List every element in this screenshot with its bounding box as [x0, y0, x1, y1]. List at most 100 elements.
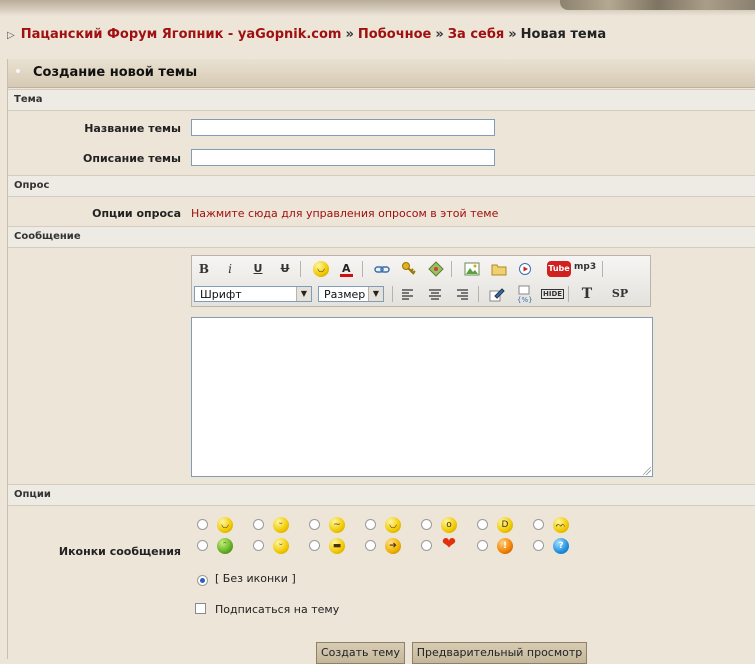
link-button[interactable] — [372, 260, 392, 278]
post-icon-radio[interactable] — [533, 540, 544, 551]
size-select-value: Размер — [324, 288, 366, 301]
toolbar-divider — [478, 286, 479, 302]
no-icon-label: [ Без иконки ] — [215, 572, 296, 585]
svg-text:A: A — [342, 262, 351, 275]
poll-manage-link[interactable]: Нажмите сюда для управления опросом в эт… — [191, 207, 498, 220]
svg-text:{%}: {%} — [517, 296, 533, 303]
breadcrumb-subforum-link[interactable]: За себя — [448, 27, 504, 42]
edit-button[interactable] — [487, 285, 507, 303]
post-icon-radio[interactable] — [197, 540, 208, 551]
title-bullet-icon — [16, 69, 20, 73]
post-icon-radio[interactable] — [253, 540, 264, 551]
align-center-icon — [429, 289, 441, 300]
exclamation-icon: ! — [497, 538, 513, 554]
breadcrumb-separator: » — [345, 27, 354, 42]
post-icon-radio[interactable] — [421, 519, 432, 530]
attach-button[interactable] — [489, 260, 509, 278]
post-icon-radio[interactable] — [533, 519, 544, 530]
section-topic: Тема — [8, 89, 755, 111]
bold-button[interactable]: B — [194, 260, 214, 278]
section-message: Сообщение — [8, 226, 755, 248]
hide-button[interactable]: HIDE — [541, 285, 565, 303]
resize-grip-icon[interactable] — [643, 467, 651, 475]
breadcrumb-current: Новая тема — [520, 27, 607, 42]
toolbar-divider — [451, 261, 452, 277]
header-decor — [0, 0, 755, 16]
align-right-button[interactable] — [452, 285, 472, 303]
section-topic-label: Тема — [14, 94, 43, 105]
post-icon-radio[interactable] — [309, 519, 320, 530]
image-icon — [464, 262, 480, 276]
rolleyes-icon: ᵕ — [273, 517, 289, 533]
post-icon-radio[interactable] — [421, 540, 432, 551]
font-color-button[interactable]: A — [337, 260, 357, 278]
email-button[interactable] — [399, 260, 419, 278]
laugh-icon: D — [497, 517, 513, 533]
breadcrumb-category-link[interactable]: Побочное — [358, 27, 431, 42]
cool-icon: ▬ — [329, 538, 345, 554]
folder-icon — [491, 264, 507, 276]
italic-button[interactable]: i — [220, 260, 240, 278]
breadcrumb-separator: » — [508, 27, 517, 42]
align-right-icon — [457, 289, 468, 300]
topic-title-input[interactable] — [191, 119, 495, 136]
section-poll-label: Опрос — [14, 180, 50, 191]
post-icon-radio[interactable] — [309, 540, 320, 551]
hide-label: HIDE — [541, 289, 565, 299]
angry-icon: ᨓ — [553, 517, 569, 533]
form-title: Создание новой темы — [33, 65, 198, 80]
post-icon-radio[interactable] — [253, 519, 264, 530]
text-format-button[interactable]: T — [577, 285, 597, 303]
size-select[interactable]: Размер ▼ — [318, 286, 384, 302]
smiley-button[interactable]: ◡ — [311, 260, 331, 278]
pin-icon — [428, 261, 444, 277]
create-topic-button[interactable]: Создать тему — [316, 642, 405, 664]
align-left-icon — [402, 289, 413, 300]
youtube-button[interactable]: Tube — [547, 261, 571, 277]
post-icons-label: Иконки сообщения — [58, 545, 181, 558]
form-title-bar: Создание новой темы — [8, 59, 755, 88]
post-icon-radio[interactable] — [365, 540, 376, 551]
message-textarea[interactable] — [191, 317, 653, 477]
post-icon-radio[interactable] — [197, 519, 208, 530]
align-left-button[interactable] — [398, 285, 418, 303]
new-topic-form: Создание новой темы Тема Название темы О… — [7, 59, 755, 659]
editor-toolbar: B i U U ◡ A Tube mp3 Шрифт ▼ Размер ▼ {%… — [191, 255, 651, 307]
pencil-icon — [489, 288, 505, 302]
code-button[interactable]: {%} — [514, 285, 534, 304]
surprised-icon: o — [441, 517, 457, 533]
media-button[interactable] — [515, 260, 535, 278]
subscribe-checkbox[interactable] — [195, 603, 206, 614]
smile-icon: ◡ — [217, 517, 233, 533]
topic-desc-input[interactable] — [191, 149, 495, 166]
smile-icon: ◡ — [313, 261, 329, 277]
post-icon-radio[interactable] — [365, 519, 376, 530]
insert-image-button[interactable] — [462, 260, 482, 278]
play-icon — [519, 263, 531, 275]
font-select[interactable]: Шрифт ▼ — [194, 286, 312, 302]
blush-icon: ᵕ — [273, 538, 289, 554]
toolbar-divider — [362, 261, 363, 277]
font-color-icon: A — [340, 262, 353, 277]
subscribe-label: Подписаться на тему — [215, 603, 340, 616]
spoiler-button[interactable]: SP — [608, 285, 632, 303]
strike-button[interactable]: U — [275, 260, 295, 278]
heart-icon: ❤ — [441, 534, 457, 554]
image-insert-button[interactable] — [426, 260, 446, 278]
preview-button[interactable]: Предварительный просмотр — [412, 642, 587, 664]
breadcrumb-separator: » — [435, 27, 444, 42]
key-icon — [402, 262, 416, 275]
sleepy-icon: ~ — [329, 517, 345, 533]
align-center-button[interactable] — [425, 285, 445, 303]
post-icon-radio[interactable] — [477, 540, 488, 551]
no-icon-radio[interactable] — [197, 575, 208, 586]
underline-button[interactable]: U — [248, 260, 268, 278]
section-options: Опции — [8, 484, 755, 506]
mp3-button[interactable]: mp3 — [574, 262, 596, 272]
link-icon — [374, 266, 390, 273]
breadcrumb-forum-link[interactable]: Пацанский Форум Ягопник - yaGopnik.com — [21, 27, 342, 42]
toolbar-divider — [300, 261, 301, 277]
breadcrumb: ▷ Пацанский Форум Ягопник - yaGopnik.com»… — [7, 27, 606, 42]
post-icon-radio[interactable] — [477, 519, 488, 530]
wink-icon: ◡ — [385, 517, 401, 533]
